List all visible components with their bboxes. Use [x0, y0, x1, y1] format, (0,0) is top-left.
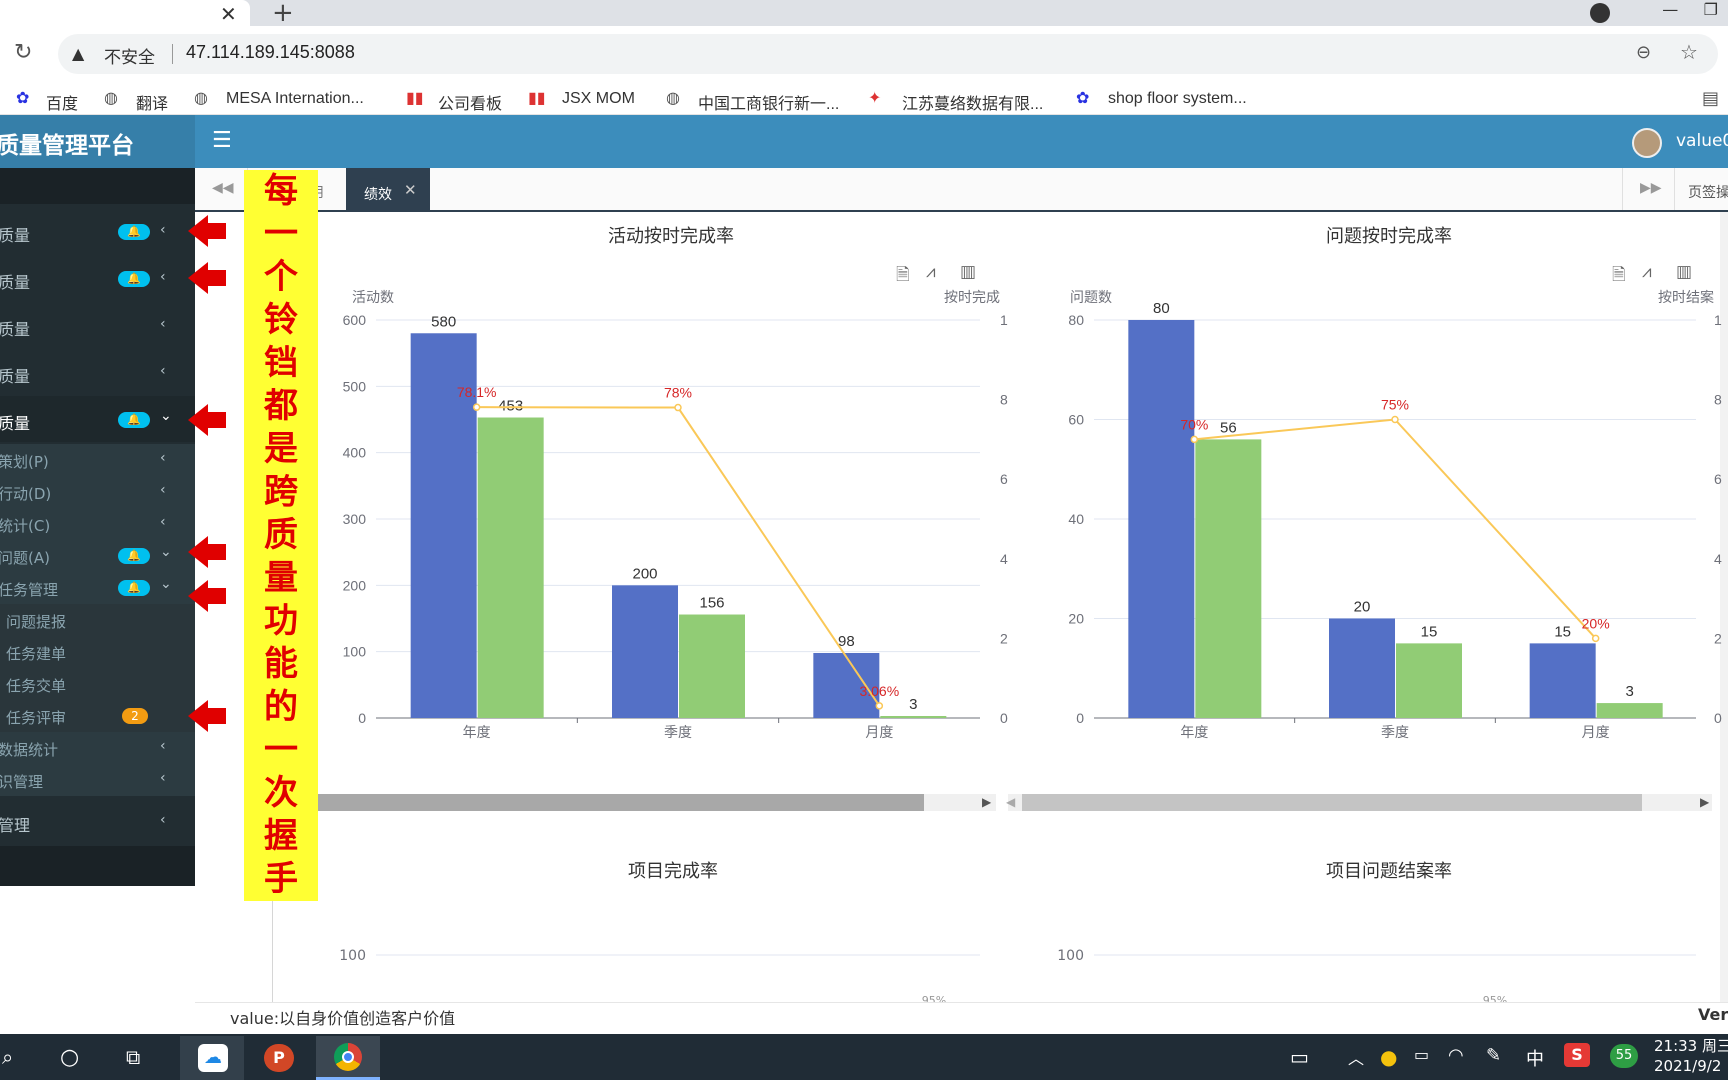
red-arrow-icon	[188, 262, 226, 294]
task-view-icon[interactable]: ⧉	[126, 1045, 140, 1069]
taskbar-app-cloud[interactable]: ☁	[180, 1036, 244, 1080]
pen-icon[interactable]: ✎	[1486, 1045, 1501, 1066]
news-icon[interactable]: ▭	[1290, 1045, 1309, 1069]
red-arrow-icon	[188, 215, 226, 247]
taskbar-clock[interactable]: 21:33 周三 2021/9/2	[1654, 1036, 1728, 1076]
cloud-app-icon: ☁	[198, 1044, 228, 1072]
red-arrow-icon	[188, 404, 226, 436]
powerpoint-icon: P	[264, 1044, 294, 1072]
tray-expand-icon[interactable]: ︿	[1348, 1045, 1364, 1069]
wifi-icon[interactable]: ◠	[1448, 1045, 1464, 1066]
tray-app-icon[interactable]: ●	[1380, 1045, 1397, 1069]
search-icon[interactable]: ⌕	[2, 1045, 13, 1069]
taskbar-app-chrome[interactable]	[316, 1036, 380, 1080]
tray-count-badge[interactable]: 55	[1610, 1044, 1638, 1068]
sogou-icon[interactable]: S	[1564, 1043, 1590, 1067]
clock-date: 2021/9/2	[1654, 1057, 1722, 1075]
annotation-arrows	[188, 215, 226, 732]
ime-indicator[interactable]: 中	[1526, 1045, 1544, 1071]
taskbar-app-powerpoint[interactable]: P	[248, 1036, 312, 1080]
battery-icon[interactable]: ▭	[1414, 1045, 1429, 1064]
cortana-icon[interactable]: ○	[60, 1045, 79, 1070]
red-arrow-icon	[188, 700, 226, 732]
chrome-center-icon	[342, 1051, 354, 1063]
red-arrow-icon	[188, 536, 226, 568]
clock-time: 21:33 周三	[1654, 1037, 1728, 1055]
red-arrow-icon	[188, 580, 226, 612]
